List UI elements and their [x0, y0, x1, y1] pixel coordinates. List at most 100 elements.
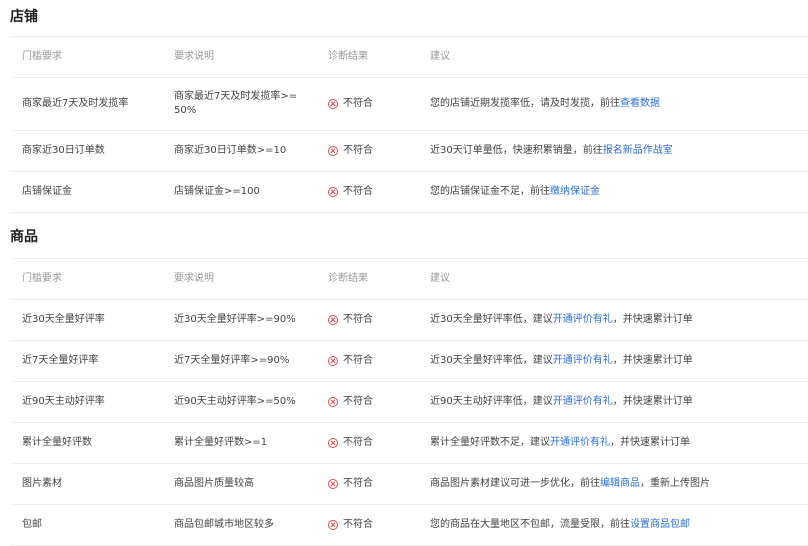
- advice-text: 您的店铺保证金不足，前往: [430, 186, 550, 197]
- close-circle-icon: [328, 99, 338, 109]
- table-row: 商家近30日订单数 商家近30日订单数>=10 不符合 近30天订单量低，快速积…: [10, 131, 808, 172]
- advice-text: 近90天主动好评率低，建议: [430, 396, 553, 407]
- advice-after: ，并快速累计订单: [612, 314, 693, 325]
- description-cell: 商品包邮城市地区较多: [174, 519, 274, 530]
- table-row: 包邮 商品包邮城市地区较多 不符合 您的商品在大量地区不包邮，流量受限，前往 设置…: [10, 505, 808, 546]
- advice-cell: 累计全量好评数不足，建议 开通评价有礼 ，并快速累计订单: [430, 423, 808, 463]
- goods-section-title: 商品: [10, 229, 38, 245]
- header-advice: 建议: [430, 273, 450, 284]
- requirement-cell: 店铺保证金: [22, 186, 72, 197]
- advice-cell: 商品图片素材建议可进一步优化，前往 编辑商品 ，重新上传图片: [430, 464, 808, 504]
- description-cell: 近30天全量好评率>=90%: [174, 314, 296, 325]
- advice-cell: 您的店铺保证金不足，前往 缴纳保证金: [430, 172, 808, 212]
- result-text: 不符合: [343, 98, 373, 109]
- advice-text: 商品图片素材建议可进一步优化，前往: [430, 478, 600, 489]
- new-product-war-room-link[interactable]: 报名新品作战室: [603, 144, 673, 158]
- header-requirement: 门槛要求: [22, 51, 62, 62]
- table-row: 图片素材 商品图片质量较高 不符合 商品图片素材建议可进一步优化，前往 编辑商品，…: [10, 464, 808, 505]
- requirement-cell: 累计全量好评数: [22, 437, 92, 448]
- requirement-cell: 商家近30日订单数: [22, 145, 105, 156]
- advice-text: 近30天全量好评率低，建议: [430, 355, 553, 366]
- description-cell: 近90天主动好评率>=50%: [174, 396, 296, 407]
- description-cell: 商品图片质量较高: [174, 478, 254, 489]
- advice-text: 近30天订单量低，快速积累销量，前往: [430, 145, 603, 156]
- close-circle-icon: [328, 187, 338, 197]
- result-cell: 不符合: [328, 505, 428, 545]
- result-text: 不符合: [343, 478, 373, 489]
- result-text: 不符合: [343, 355, 373, 366]
- result-cell: 不符合: [328, 464, 428, 504]
- description-cell: 商家近30日订单数>=10: [174, 145, 287, 156]
- close-circle-icon: [328, 315, 338, 325]
- header-result: 诊断结果: [328, 273, 368, 284]
- advice-text: 您的商品在大量地区不包邮，流量受限，前往: [430, 519, 630, 530]
- close-circle-icon: [328, 146, 338, 156]
- header-result: 诊断结果: [328, 51, 368, 62]
- requirement-cell: 图片素材: [22, 478, 62, 489]
- review-gift-link[interactable]: 开通评价有礼: [553, 313, 613, 327]
- advice-cell: 近30天全量好评率低，建议 开通评价有礼 ，并快速累计订单: [430, 300, 808, 340]
- set-free-shipping-link[interactable]: 设置商品包邮: [630, 518, 690, 532]
- requirement-cell: 包邮: [22, 519, 42, 530]
- advice-cell: 近90天主动好评率低，建议 开通评价有礼 ，并快速累计订单: [430, 382, 808, 422]
- description-cell: 近7天全量好评率>=90%: [174, 355, 290, 366]
- result-cell: 不符合: [328, 341, 428, 381]
- header-advice: 建议: [430, 51, 450, 62]
- review-gift-link[interactable]: 开通评价有礼: [553, 395, 613, 409]
- result-cell: 不符合: [328, 382, 428, 422]
- requirement-cell: 近30天全量好评率: [22, 314, 105, 325]
- result-cell: 不符合: [328, 300, 428, 340]
- close-circle-icon: [328, 520, 338, 530]
- result-text: 不符合: [343, 396, 373, 407]
- table-row: 店铺保证金 店铺保证金>=100 不符合 您的店铺保证金不足，前往 缴纳保证金: [10, 172, 808, 213]
- review-gift-link[interactable]: 开通评价有礼: [553, 354, 613, 368]
- advice-text: 近30天全量好评率低，建议: [430, 314, 553, 325]
- header-description: 要求说明: [174, 273, 214, 284]
- advice-after: ，并快速累计订单: [610, 437, 690, 448]
- advice-after: ，重新上传图片: [640, 478, 710, 489]
- pay-deposit-link[interactable]: 缴纳保证金: [550, 185, 600, 199]
- shop-table: 门槛要求 要求说明 诊断结果 建议 商家最近7天及时发揽率 商家最近7天及时发揽…: [10, 36, 808, 213]
- description-cell: 累计全量好评数>=1: [174, 437, 268, 448]
- result-text: 不符合: [343, 437, 373, 448]
- advice-cell: 近30天全量好评率低，建议 开通评价有礼 ，并快速累计订单: [430, 341, 808, 381]
- table-row: 累计全量好评数 累计全量好评数>=1 不符合 累计全量好评数不足，建议 开通评价有…: [10, 423, 808, 464]
- advice-cell: 您的商品在大量地区不包邮，流量受限，前往 设置商品包邮: [430, 505, 808, 545]
- goods-table: 门槛要求 要求说明 诊断结果 建议 近30天全量好评率 近30天全量好评率>=9…: [10, 258, 808, 546]
- close-circle-icon: [328, 438, 338, 448]
- result-cell: 不符合: [328, 131, 428, 171]
- shop-section-title: 店铺: [10, 9, 38, 25]
- close-circle-icon: [328, 397, 338, 407]
- advice-text: 您的店铺近期发揽率低，请及时发揽，前往: [430, 98, 620, 109]
- requirement-cell: 商家最近7天及时发揽率: [22, 98, 129, 109]
- description-cell: 店铺保证金>=100: [174, 186, 260, 197]
- table-header: 门槛要求 要求说明 诊断结果 建议: [10, 36, 808, 78]
- advice-text: 累计全量好评数不足，建议: [430, 437, 550, 448]
- review-gift-link[interactable]: 开通评价有礼: [550, 436, 610, 450]
- result-cell: 不符合: [328, 78, 428, 130]
- table-header: 门槛要求 要求说明 诊断结果 建议: [10, 258, 808, 300]
- result-cell: 不符合: [328, 172, 428, 212]
- result-text: 不符合: [343, 186, 373, 197]
- result-text: 不符合: [343, 519, 373, 530]
- edit-product-link[interactable]: 编辑商品: [600, 477, 640, 491]
- header-description: 要求说明: [174, 51, 214, 62]
- close-circle-icon: [328, 479, 338, 489]
- table-row: 近7天全量好评率 近7天全量好评率>=90% 不符合 近30天全量好评率低，建议…: [10, 341, 808, 382]
- requirement-cell: 近90天主动好评率: [22, 396, 105, 407]
- requirement-cell: 近7天全量好评率: [22, 355, 99, 366]
- diagnosis-page: 店铺 门槛要求 要求说明 诊断结果 建议 商家最近7天及时发揽率 商家最近7天及…: [0, 0, 808, 546]
- close-circle-icon: [328, 356, 338, 366]
- table-row: 近90天主动好评率 近90天主动好评率>=50% 不符合 近90天主动好评率低，…: [10, 382, 808, 423]
- table-row: 近30天全量好评率 近30天全量好评率>=90% 不符合 近30天全量好评率低，…: [10, 300, 808, 341]
- view-data-link[interactable]: 查看数据: [620, 97, 660, 111]
- advice-after: ，并快速累计订单: [612, 355, 693, 366]
- advice-cell: 您的店铺近期发揽率低，请及时发揽，前往 查看数据: [430, 78, 808, 130]
- result-text: 不符合: [343, 145, 373, 156]
- result-cell: 不符合: [328, 423, 428, 463]
- table-row: 商家最近7天及时发揽率 商家最近7天及时发揽率>= 50% 不符合 您的店铺近期…: [10, 78, 808, 131]
- header-requirement: 门槛要求: [22, 273, 62, 284]
- advice-cell: 近30天订单量低，快速积累销量，前往 报名新品作战室: [430, 131, 808, 171]
- advice-after: ，并快速累计订单: [612, 396, 693, 407]
- result-text: 不符合: [343, 314, 373, 325]
